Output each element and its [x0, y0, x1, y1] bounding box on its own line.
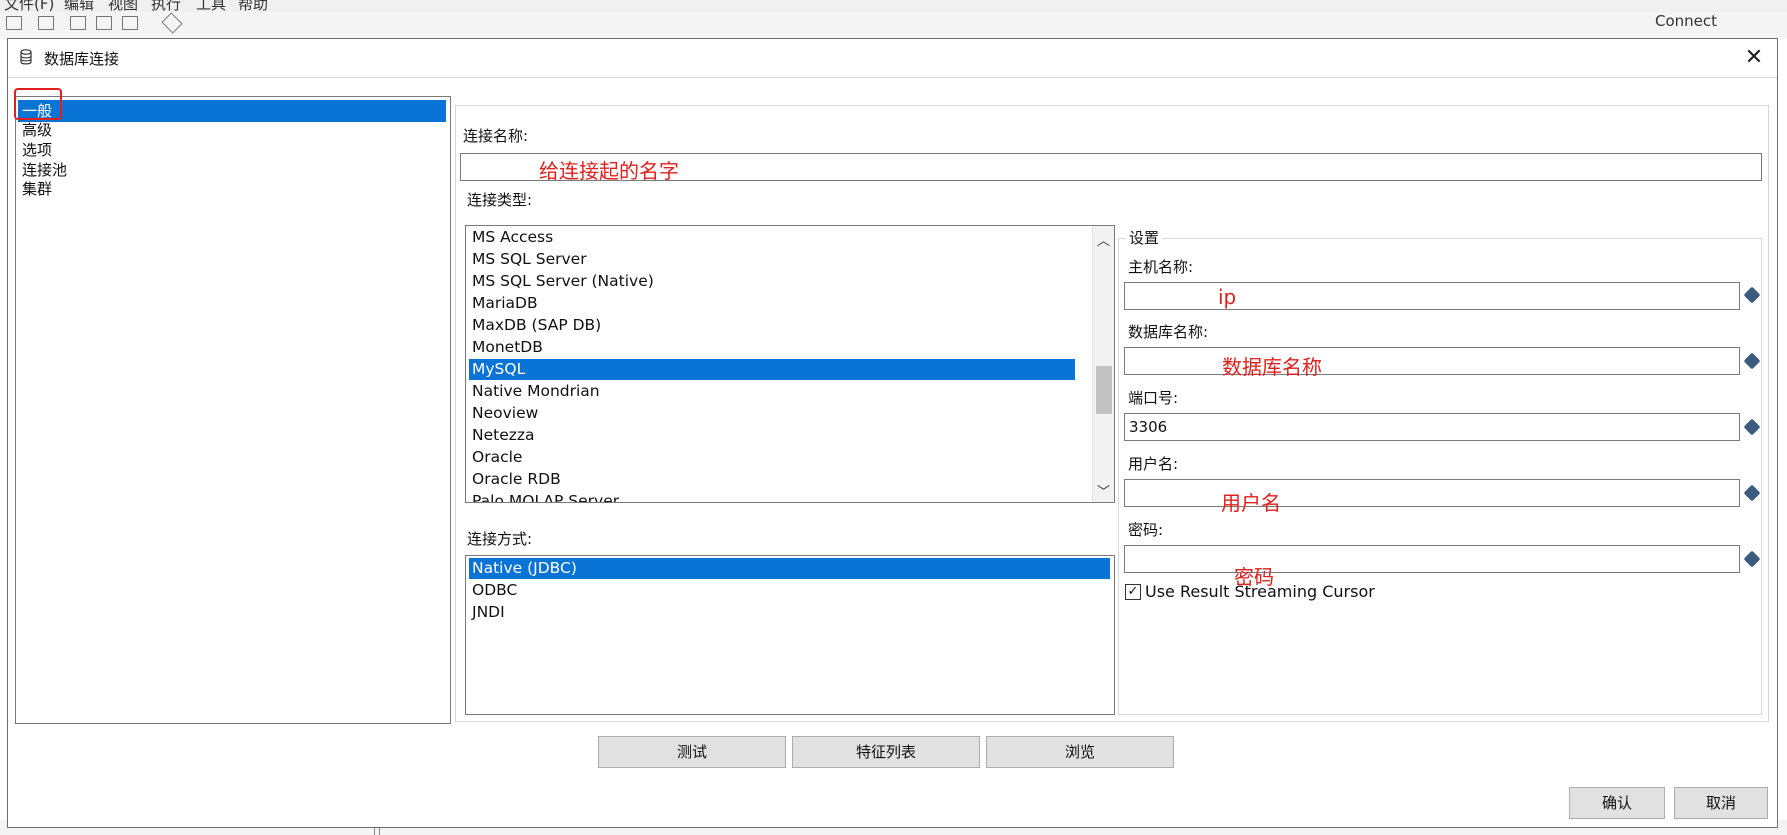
password-input[interactable]	[1124, 545, 1740, 573]
cancel-button[interactable]: 取消	[1674, 787, 1768, 819]
user-label: 用户名:	[1128, 455, 1179, 473]
scrollbar-thumb[interactable]	[1096, 366, 1112, 414]
browse-button[interactable]: 浏览	[986, 736, 1174, 768]
bg-menu-file[interactable]: 文件(F)	[4, 0, 54, 12]
category-nav: 一般 高级 选项 连接池 集群	[15, 96, 451, 724]
list-item[interactable]: MariaDB	[469, 293, 538, 314]
connection-name-annotation: 给连接起的名字	[539, 159, 679, 183]
background-toolbar: Connect	[0, 12, 1787, 38]
list-item[interactable]: MS SQL Server	[469, 249, 587, 270]
settings-group-title: 设置	[1126, 227, 1163, 248]
dialog-titlebar: 数据库连接 ✕	[8, 39, 1777, 78]
list-item[interactable]: Palo MOLAP Server	[469, 491, 619, 502]
bg-menu-view[interactable]: 视图	[108, 0, 138, 12]
list-item[interactable]: Netezza	[469, 425, 535, 446]
connection-type-scrollbar[interactable]: ︿ ﹀	[1092, 226, 1114, 502]
layers-icon[interactable]	[161, 12, 183, 34]
port-label: 端口号:	[1128, 389, 1179, 407]
bg-menu-help[interactable]: 帮助	[238, 0, 268, 12]
dialog-title: 数据库连接	[44, 50, 120, 68]
explore-icon[interactable]	[70, 16, 86, 30]
list-item[interactable]: Neoview	[469, 403, 538, 424]
scroll-down-icon[interactable]: ﹀	[1093, 481, 1114, 500]
access-list[interactable]: Native (JDBC) ODBC JNDI	[465, 555, 1115, 715]
test-button[interactable]: 测试	[598, 736, 786, 768]
host-label: 主机名称:	[1128, 258, 1194, 276]
nav-item-options[interactable]: 选项	[18, 139, 446, 161]
list-item-selected[interactable]: MySQL	[469, 359, 1075, 380]
dbname-label: 数据库名称:	[1128, 323, 1209, 341]
list-item[interactable]: MS SQL Server (Native)	[469, 271, 654, 292]
access-label: 连接方式:	[467, 530, 533, 548]
feature-list-button[interactable]: 特征列表	[792, 736, 980, 768]
save-as-icon[interactable]	[122, 16, 138, 30]
scroll-up-icon[interactable]: ︿	[1093, 230, 1114, 249]
connection-type-label: 连接类型:	[467, 191, 533, 209]
host-input[interactable]	[1124, 282, 1740, 310]
host-annotation: ip	[1218, 285, 1237, 309]
database-icon	[20, 49, 32, 65]
bg-menu-edit[interactable]: 编辑	[64, 0, 94, 12]
bg-menu-tools[interactable]: 工具	[196, 0, 226, 12]
list-item[interactable]: Oracle	[469, 447, 522, 468]
connection-type-list[interactable]: MS Access MS SQL Server MS SQL Server (N…	[465, 225, 1115, 503]
list-item[interactable]: MaxDB (SAP DB)	[469, 315, 601, 336]
bg-connect-text: Connect	[1654, 12, 1717, 30]
background-menubar: 文件(F) 编辑 视图 执行 工具 帮助	[0, 0, 1787, 12]
list-item[interactable]: Oracle RDB	[469, 469, 561, 490]
bg-menu-run[interactable]: 执行	[151, 0, 181, 12]
new-file-icon[interactable]	[6, 16, 22, 30]
password-label: 密码:	[1128, 521, 1164, 539]
streaming-cursor-checkbox[interactable]: ✓	[1125, 584, 1141, 600]
list-item[interactable]: MS Access	[469, 227, 553, 248]
connection-name-label: 连接名称:	[463, 127, 529, 145]
nav-item-clustering[interactable]: 集群	[18, 178, 446, 200]
open-icon[interactable]	[38, 16, 54, 30]
dbname-annotation: 数据库名称	[1222, 355, 1322, 379]
highlight-box	[14, 88, 62, 120]
streaming-cursor-label: Use Result Streaming Cursor	[1145, 582, 1375, 601]
list-item[interactable]: JNDI	[469, 602, 505, 623]
nav-item-advanced[interactable]: 高级	[18, 119, 446, 141]
list-item[interactable]: Native Mondrian	[469, 381, 600, 402]
ok-button[interactable]: 确认	[1569, 787, 1665, 819]
close-button[interactable]: ✕	[1739, 43, 1769, 73]
list-item[interactable]: ODBC	[469, 580, 517, 601]
save-icon[interactable]	[96, 16, 112, 30]
user-annotation: 用户名	[1221, 491, 1281, 515]
database-connection-dialog: 数据库连接 ✕ 一般 高级 选项 连接池 集群 连接名称: 给连接起的名字 连接…	[7, 38, 1778, 828]
dbname-input[interactable]	[1124, 347, 1740, 375]
port-input[interactable]: 3306	[1124, 413, 1740, 441]
list-item-selected[interactable]: Native (JDBC)	[469, 558, 1110, 579]
user-input[interactable]	[1124, 479, 1740, 507]
list-item[interactable]: MonetDB	[469, 337, 543, 358]
close-icon: ✕	[1744, 45, 1764, 70]
